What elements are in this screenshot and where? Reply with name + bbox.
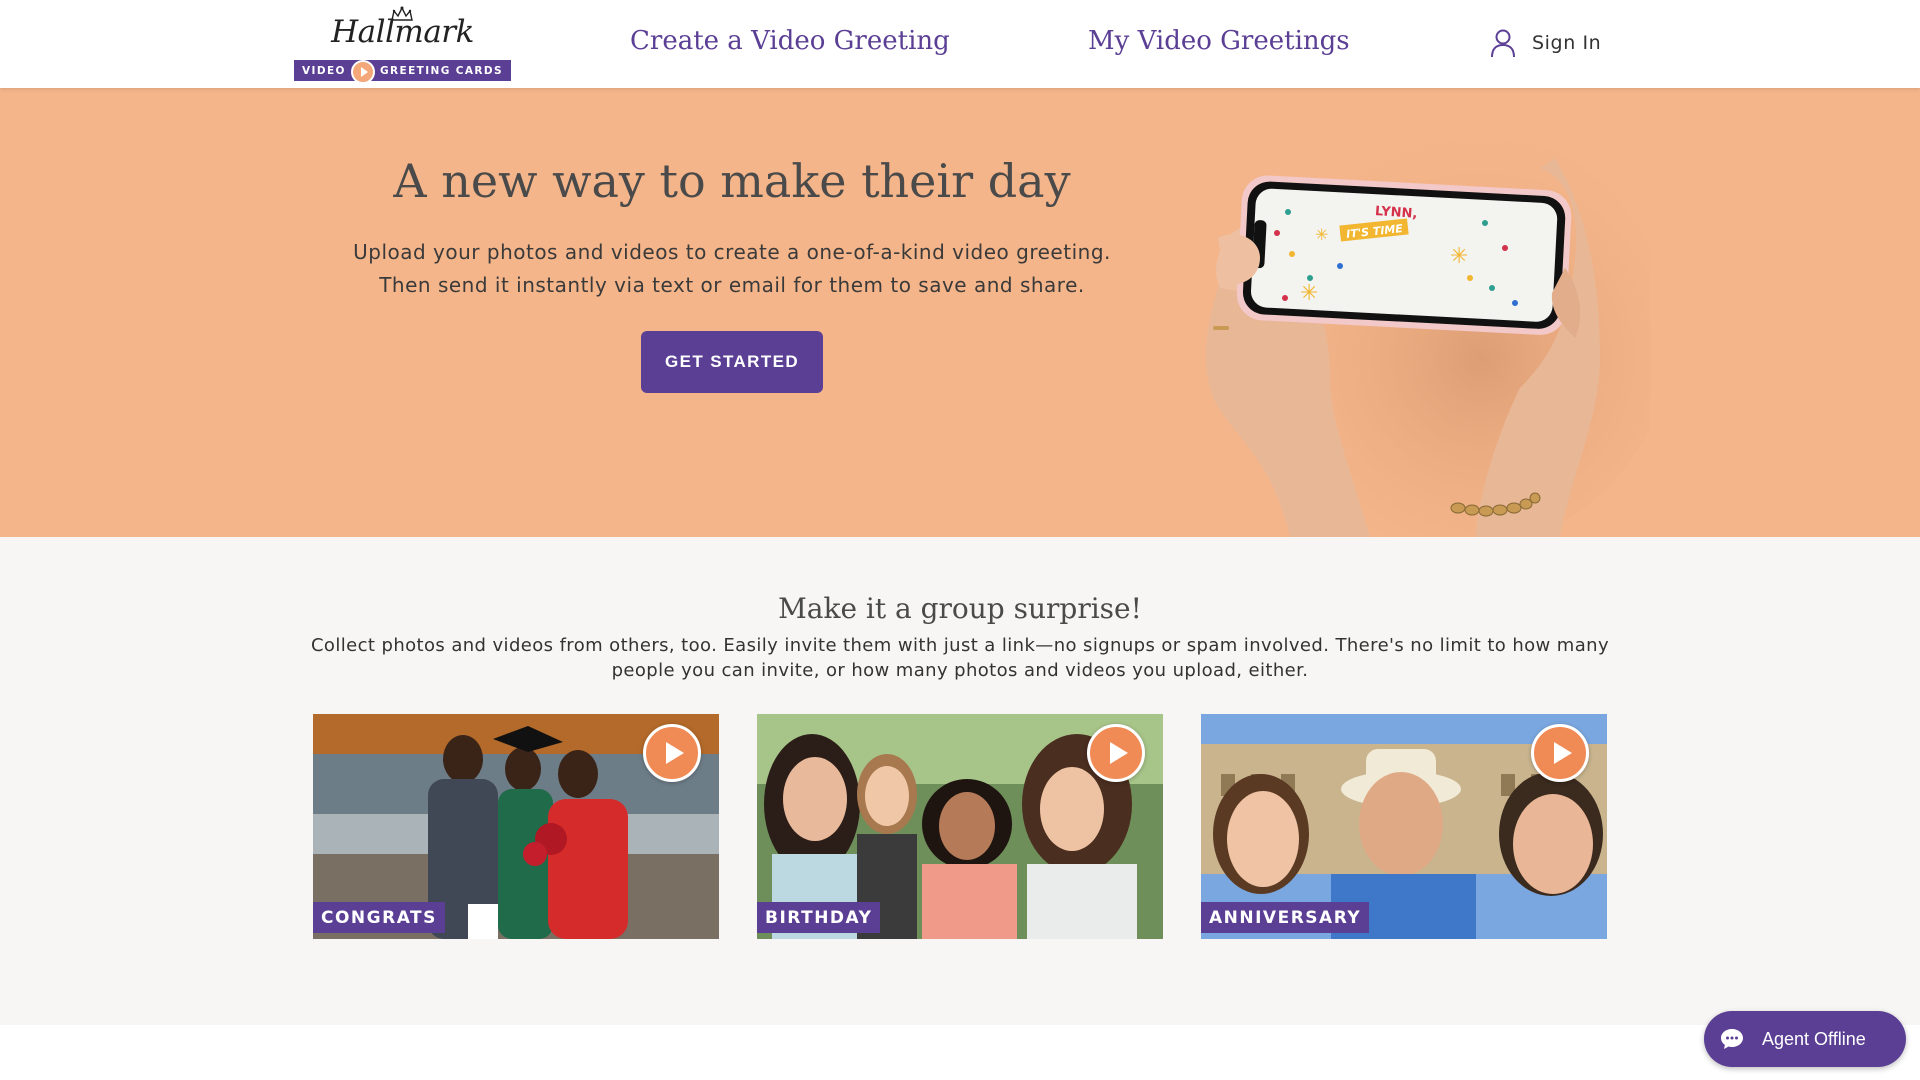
logo-bar-right: GREETING CARDS [380, 64, 503, 77]
svg-text:✳: ✳ [1450, 244, 1468, 269]
agent-offline-chat-button[interactable]: Agent Offline [1704, 1011, 1906, 1067]
card-tag-congrats: CONGRATS [313, 902, 445, 933]
play-icon[interactable] [643, 724, 701, 782]
logo-bar-left: VIDEO [302, 64, 346, 77]
play-icon[interactable] [1531, 724, 1589, 782]
video-card-birthday[interactable]: BIRTHDAY [757, 714, 1163, 939]
svg-text:✳: ✳ [1315, 225, 1328, 244]
card-tag-anniversary: ANNIVERSARY [1201, 902, 1370, 933]
nav-my-video-greetings[interactable]: My Video Greetings [1088, 26, 1350, 56]
chat-label: Agent Offline [1762, 1028, 1866, 1049]
video-card-anniversary[interactable]: ANNIVERSARY [1201, 714, 1607, 939]
site-header: Hallmark VIDEO GREETING CARDS Create a V… [0, 0, 1920, 88]
svg-text:✳: ✳ [1300, 281, 1318, 306]
user-icon [1491, 29, 1515, 58]
get-started-button[interactable]: GET STARTED [641, 331, 823, 393]
hero-section: A new way to make their day Upload your … [0, 88, 1920, 537]
nav-create-video-greeting[interactable]: Create a Video Greeting [630, 26, 950, 56]
group-subtitle: Collect photos and videos from others, t… [310, 635, 1610, 681]
play-icon[interactable] [1087, 724, 1145, 782]
card-tag-birthday: BIRTHDAY [757, 902, 881, 933]
logo-wordmark: Hallmark [331, 14, 474, 50]
chat-bubble-icon [1721, 1029, 1743, 1049]
hero-subtitle: Upload your photos and videos to create … [353, 240, 1111, 297]
play-icon [351, 60, 375, 84]
group-surprise-section: Make it a group surprise! Collect photos… [0, 537, 1920, 1025]
sign-in-link[interactable]: Sign In [1490, 28, 1601, 58]
group-title: Make it a group surprise! [778, 592, 1142, 625]
logo-bar: VIDEO GREETING CARDS [294, 60, 511, 81]
hallmark-video-greeting-cards-logo[interactable]: Hallmark VIDEO GREETING CARDS [294, 4, 511, 84]
hero-title: A new way to make their day [393, 154, 1071, 208]
sign-in-label: Sign In [1532, 32, 1602, 54]
video-card-congrats[interactable]: CONGRATS [313, 714, 719, 939]
phone-text-line1: LYNN, [1374, 204, 1417, 222]
hands-holding-phone-image: ✳ ✳ ✳ LYNN, IT'S TIME [1205, 128, 1650, 537]
